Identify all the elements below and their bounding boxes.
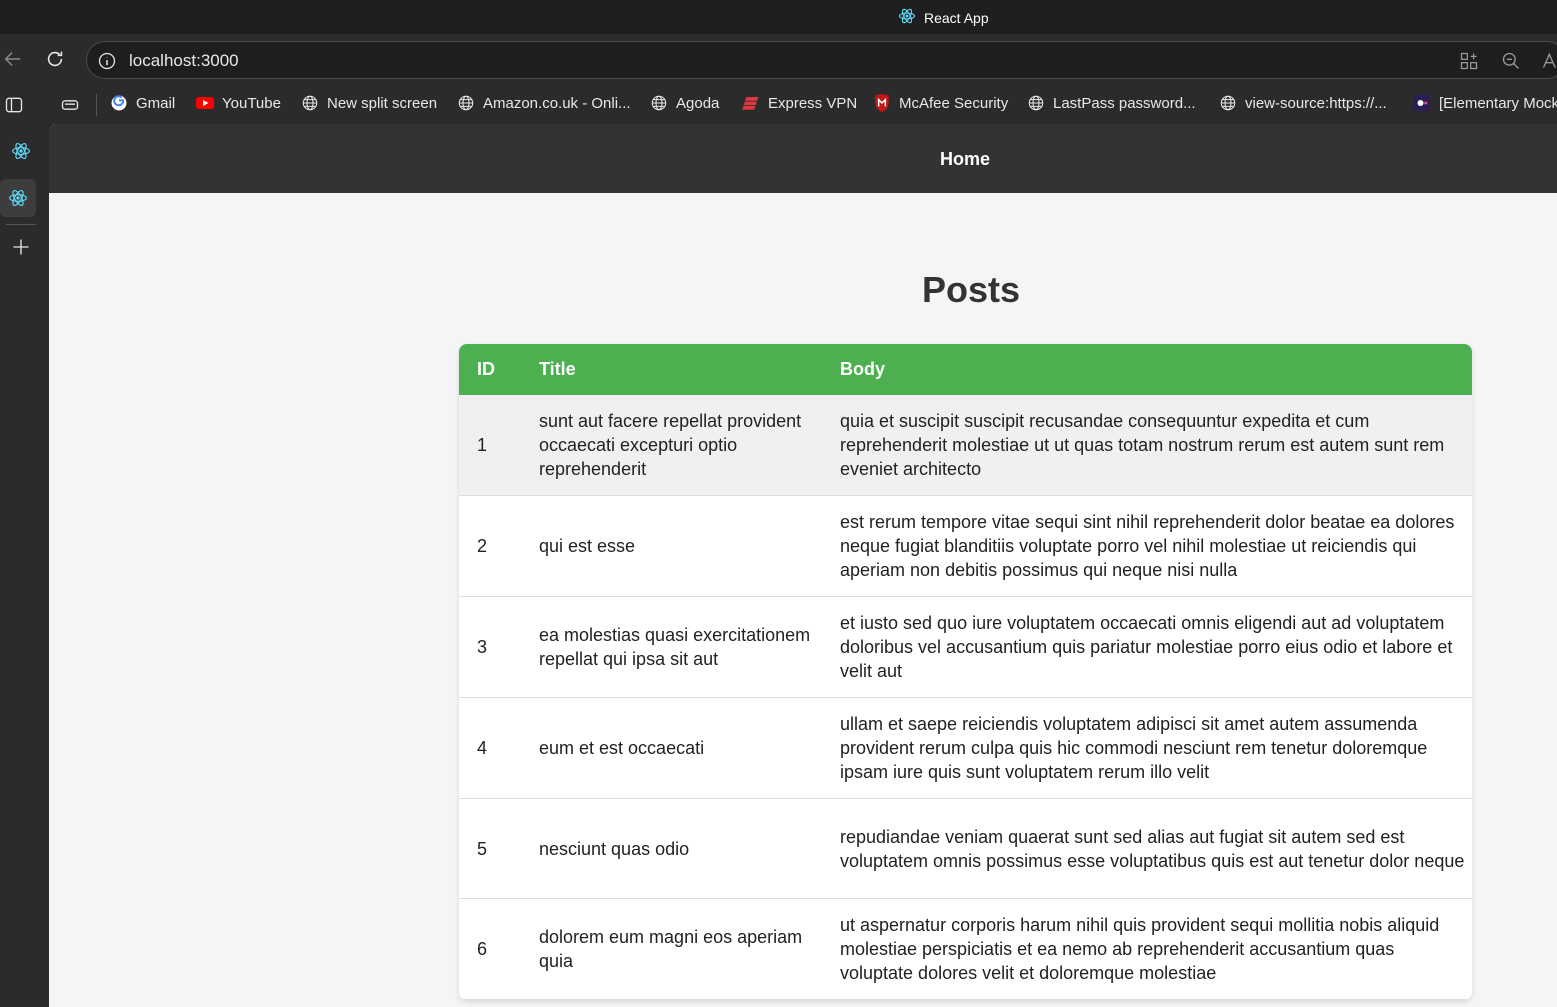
new-tab-button[interactable] [6, 232, 36, 262]
globe-icon [457, 94, 475, 112]
tab-react-app-1[interactable] [6, 136, 36, 166]
page-viewport: Home Posts ID Title Body 1 sunt aut face… [49, 124, 1557, 1007]
posts-table-container: ID Title Body 1 sunt aut facere repellat… [459, 344, 1472, 1000]
bookmark-express-vpn[interactable]: Express VPN [742, 94, 857, 112]
column-header-body: Body [840, 359, 885, 379]
table-header-row: ID Title Body [459, 344, 1472, 395]
cell-body: et iusto sed quo iure voluptatem occaeca… [822, 596, 1472, 698]
cell-title: qui est esse [521, 495, 822, 597]
back-arrow-icon [4, 52, 21, 66]
window-title-text: React App [924, 9, 989, 26]
cell-title: sunt aut facere repellat provident occae… [521, 395, 822, 496]
vertical-tabs-sidebar [0, 124, 49, 1007]
cell-body: ut aspernatur corporis harum nihil quis … [822, 898, 1472, 1000]
bookmark-mcafee[interactable]: McAfee Security [873, 93, 1008, 113]
cell-title: dolorem eum magni eos aperiam quia [521, 898, 822, 1000]
bookmark-gmail[interactable]: Gmail [110, 94, 175, 112]
bookmark-agoda[interactable]: Agoda [650, 94, 719, 112]
bookmark-view-source[interactable]: view-source:https://... [1219, 94, 1387, 112]
globe-icon [1219, 94, 1237, 112]
read-aloud-icon[interactable] [1541, 51, 1557, 76]
cell-body: ullam et saepe reiciendis voluptatem adi… [822, 697, 1472, 799]
cell-title: nesciunt quas odio [521, 798, 822, 899]
bookmark-amazon[interactable]: Amazon.co.uk - Onli... [457, 94, 631, 112]
browser-title-bar: React App [0, 0, 1557, 34]
bookmark-new-split-screen[interactable]: New split screen [301, 94, 437, 112]
cell-title: eum et est occaecati [521, 697, 822, 799]
google-icon [110, 94, 128, 112]
cell-id: 3 [459, 596, 521, 698]
collections-icon[interactable] [60, 95, 80, 120]
globe-icon [1027, 94, 1045, 112]
youtube-icon [196, 94, 214, 112]
browser-toolbar: localhost:3000 [0, 34, 1557, 86]
bookmark-youtube[interactable]: YouTube [196, 94, 281, 112]
cell-id: 4 [459, 697, 521, 799]
cell-body: quia et suscipit suscipit recusandae con… [822, 395, 1472, 496]
page-title: Posts [922, 269, 1021, 310]
cell-id: 5 [459, 798, 521, 899]
address-bar[interactable]: localhost:3000 [86, 41, 1557, 79]
globe-icon [301, 94, 319, 112]
column-header-title: Title [539, 359, 576, 379]
react-logo-icon [9, 190, 27, 206]
table-row: 6 dolorem eum magni eos aperiam quia ut … [459, 898, 1472, 1000]
cell-body: repudiandae veniam quaerat sunt sed alia… [822, 798, 1472, 899]
app-icon [1413, 94, 1431, 112]
table-row: 4 eum et est occaecati ullam et saepe re… [459, 697, 1472, 799]
bookmark-elementary-mock[interactable]: [Elementary Mock [1413, 94, 1557, 112]
react-logo-icon [898, 7, 916, 28]
cell-id: 6 [459, 898, 521, 1000]
bookmark-lastpass[interactable]: LastPass password... [1027, 94, 1196, 112]
globe-icon [650, 94, 668, 112]
zoom-out-icon[interactable] [1501, 51, 1521, 76]
cell-id: 1 [459, 395, 521, 496]
plus-icon [13, 239, 29, 255]
posts-table: ID Title Body 1 sunt aut facere repellat… [459, 344, 1472, 1000]
cell-title: ea molestias quasi exercitationem repell… [521, 596, 822, 698]
sidebar-divider [6, 224, 36, 225]
expressvpn-icon [742, 94, 760, 112]
bookmarks-bar: Gmail YouTube New split screen Amazon.co… [0, 86, 1557, 124]
table-row: 3 ea molestias quasi exercitationem repe… [459, 596, 1472, 698]
reload-button[interactable] [42, 46, 68, 72]
app-navbar: Home [49, 124, 1557, 193]
url-text: localhost:3000 [129, 51, 239, 70]
nav-home-link[interactable]: Home [940, 149, 990, 170]
table-row: 2 qui est esse est rerum tempore vitae s… [459, 495, 1472, 597]
table-row: 5 nesciunt quas odio repudiandae veniam … [459, 798, 1472, 899]
column-header-id: ID [477, 359, 495, 379]
back-button[interactable] [0, 46, 26, 72]
reload-icon [47, 51, 63, 67]
apps-icon[interactable] [1459, 51, 1479, 76]
mcafee-icon [873, 93, 891, 113]
window-title: React App [898, 7, 989, 28]
table-row: 1 sunt aut facere repellat provident occ… [459, 395, 1472, 496]
site-info-icon[interactable] [97, 51, 117, 76]
cell-id: 2 [459, 495, 521, 597]
react-logo-icon [12, 143, 30, 159]
bookmarks-divider [96, 94, 97, 116]
cell-body: est rerum tempore vitae sequi sint nihil… [822, 495, 1472, 597]
tab-actions-icon[interactable] [4, 95, 24, 120]
tab-react-app-2-active[interactable] [0, 179, 36, 217]
